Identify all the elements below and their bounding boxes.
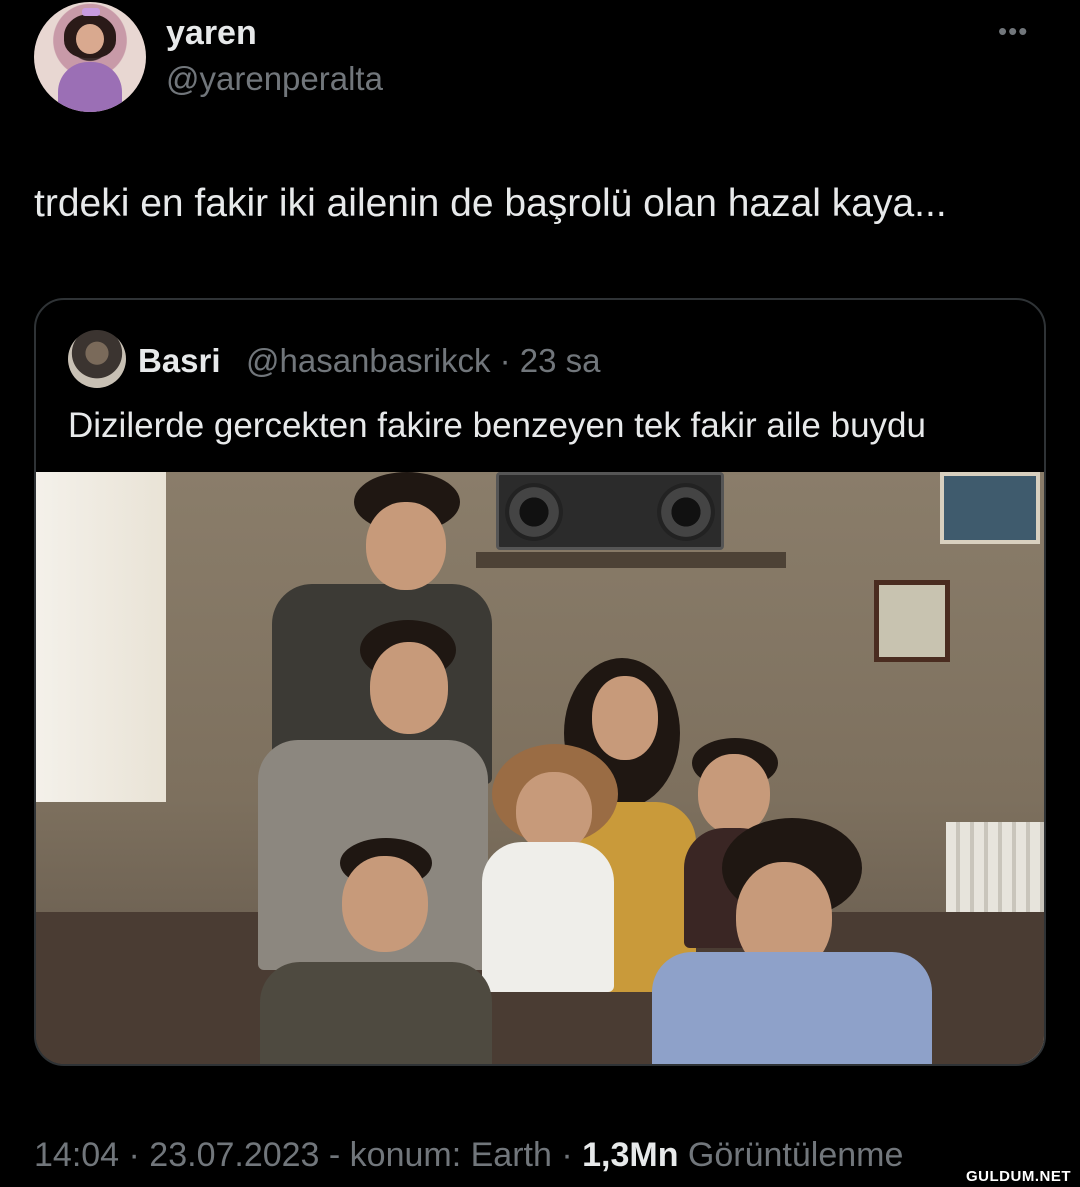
quoted-author-handle-time: @hasanbasrikck · 23 sa [246, 342, 601, 379]
photo-boombox [496, 472, 724, 550]
author-avatar[interactable] [34, 2, 146, 112]
author-handle[interactable]: @yarenperalta [166, 60, 383, 98]
more-options-icon[interactable]: ••• [998, 18, 1044, 44]
views-count: 1,3Mn [582, 1136, 679, 1174]
tweet-footer: 14:04 · 23.07.2023 - konum: Earth · 1,3M… [34, 1136, 903, 1175]
views-label: Görüntülenme [678, 1136, 904, 1174]
tweet-text: trdeki en fakir iki ailenin de başrolü o… [34, 182, 947, 225]
photo-window [36, 472, 166, 802]
tweet-time-date-location[interactable]: 14:04 · 23.07.2023 - konum: Earth · [34, 1136, 582, 1174]
watermark: GULDUM.NET [966, 1168, 1071, 1185]
quoted-author-name[interactable]: Basri [138, 342, 221, 380]
quoted-tweet-card[interactable]: Basri @hasanbasrikck · 23 sa Dizilerde g… [34, 298, 1046, 1066]
quoted-tweet-text: Dizilerde gercekten fakire benzeyen tek … [68, 406, 926, 445]
author-display-name[interactable]: yaren [166, 14, 257, 53]
quoted-author-avatar[interactable] [68, 330, 126, 388]
quoted-tweet-photo[interactable] [36, 472, 1044, 1064]
